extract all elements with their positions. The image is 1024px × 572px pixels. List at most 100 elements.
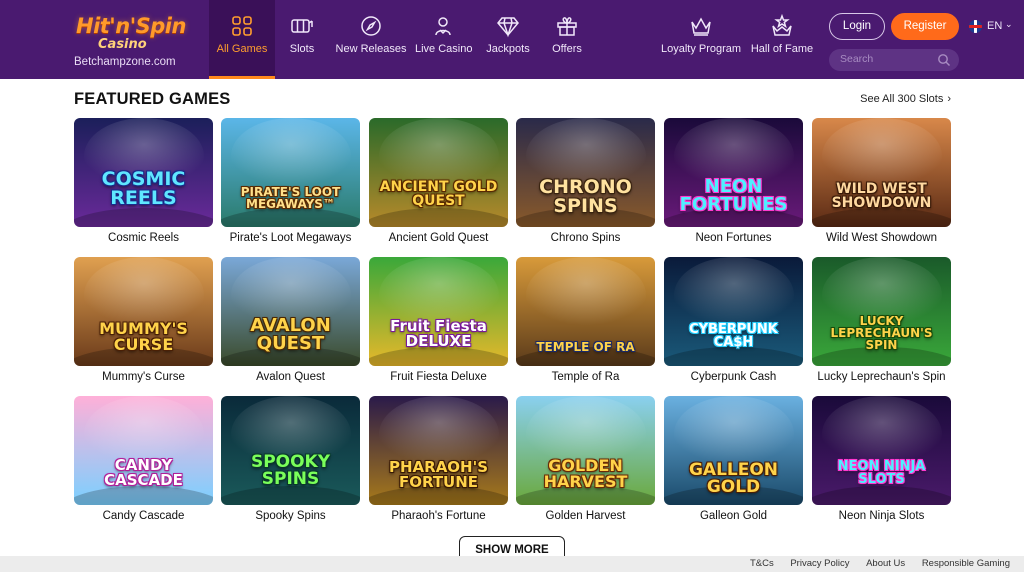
game-card[interactable]: AVALON QUEST Avalon Quest [221, 257, 360, 383]
nav-label: Jackpots [486, 43, 530, 55]
game-thumbnail[interactable]: CYBERPUNK CA$H [664, 257, 803, 366]
nav-offers[interactable]: Offers [547, 0, 587, 79]
game-name[interactable]: Golden Harvest [516, 510, 655, 522]
compass-icon [359, 14, 383, 38]
game-name[interactable]: Candy Cascade [74, 510, 213, 522]
game-card[interactable]: NEON NINJA SLOTS Neon Ninja Slots [812, 396, 951, 522]
game-thumbnail[interactable]: LUCKY LEPRECHAUN'S SPIN [812, 257, 951, 366]
game-thumbnail[interactable]: CANDY CASCADE [74, 396, 213, 505]
game-card[interactable]: COSMIC REELS Cosmic Reels [74, 118, 213, 244]
gift-icon [555, 14, 579, 38]
search-input[interactable]: Search [829, 49, 959, 71]
footer-link-terms[interactable]: T&Cs [750, 558, 774, 569]
game-art-title: AVALON QUEST [250, 315, 331, 355]
dealer-icon [431, 14, 455, 38]
game-thumbnail[interactable]: Fruit Fiesta DELUXE [369, 257, 508, 366]
search-icon[interactable] [937, 53, 951, 67]
game-card[interactable]: NEON FORTUNES Neon Fortunes [664, 118, 803, 244]
game-card[interactable]: Fruit Fiesta DELUXE Fruit Fiesta Deluxe [369, 257, 508, 383]
nav-label: Slots [289, 43, 315, 55]
game-name[interactable]: Mummy's Curse [74, 371, 213, 383]
game-card[interactable]: WILD WEST SHOWDOWN Wild West Showdown [812, 118, 951, 244]
nav-live-casino[interactable]: Live Casino [415, 0, 472, 79]
game-card[interactable]: ANCIENT GOLD QUEST Ancient Gold Quest [369, 118, 508, 244]
game-thumbnail[interactable]: PHARAOH'S FORTUNE [369, 396, 508, 505]
chevron-down-icon: ⌄ [1005, 19, 1013, 29]
game-card[interactable]: CHRONO SPINS Chrono Spins [516, 118, 655, 244]
game-card[interactable]: TEMPLE OF RA Temple of Ra [516, 257, 655, 383]
nav-loyalty-program[interactable]: Loyalty Program [661, 0, 741, 79]
footer: T&Cs Privacy Policy About Us Responsible… [0, 556, 1024, 572]
game-art-title: LUCKY LEPRECHAUN'S SPIN [830, 314, 933, 353]
footer-link-about[interactable]: About Us [866, 558, 905, 569]
brand-logo[interactable]: Hit'n'Spin Casino Betchampzone.com [70, 10, 186, 72]
login-button[interactable]: Login [829, 13, 885, 40]
game-art-title: SPOOKY SPINS [250, 452, 331, 490]
game-thumbnail[interactable]: AVALON QUEST [221, 257, 360, 366]
game-card[interactable]: MUMMY'S CURSE Mummy's Curse [74, 257, 213, 383]
game-name[interactable]: Pirate's Loot Megaways [221, 232, 360, 244]
nav-hall-of-fame[interactable]: Hall of Fame [749, 0, 815, 79]
nav-jackpots[interactable]: Jackpots [485, 0, 531, 79]
game-art-title: TEMPLE OF RA [536, 340, 635, 354]
game-card[interactable]: SPOOKY SPINS Spooky Spins [221, 396, 360, 522]
game-thumbnail[interactable]: TEMPLE OF RA [516, 257, 655, 366]
game-art-title: CHRONO SPINS [539, 176, 632, 218]
nav-slots[interactable]: Slots [281, 0, 323, 79]
game-name[interactable]: Pharaoh's Fortune [369, 510, 508, 522]
nav-all-games[interactable]: All Games [209, 0, 275, 79]
game-card[interactable]: CANDY CASCADE Candy Cascade [74, 396, 213, 522]
game-name[interactable]: Cyberpunk Cash [664, 371, 803, 383]
game-thumbnail[interactable]: CHRONO SPINS [516, 118, 655, 227]
game-name[interactable]: Chrono Spins [516, 232, 655, 244]
game-art-title: NEON FORTUNES [679, 176, 788, 216]
game-card[interactable]: CYBERPUNK CA$H Cyberpunk Cash [664, 257, 803, 383]
game-name[interactable]: Cosmic Reels [74, 232, 213, 244]
game-name[interactable]: Neon Ninja Slots [812, 510, 951, 522]
game-thumbnail[interactable]: COSMIC REELS [74, 118, 213, 227]
grid-icon [230, 14, 254, 38]
section-title: FEATURED GAMES [74, 90, 231, 108]
language-code: EN [987, 20, 1003, 32]
game-name[interactable]: Galleon Gold [664, 510, 803, 522]
game-name[interactable]: Fruit Fiesta Deluxe [369, 371, 508, 383]
game-artwork [369, 118, 508, 227]
game-art-title: Fruit Fiesta DELUXE [390, 317, 487, 351]
chevron-right-icon: › [947, 93, 951, 105]
nav-label: Loyalty Program [661, 43, 742, 55]
register-button[interactable]: Register [891, 13, 959, 40]
game-thumbnail[interactable]: GALLEON GOLD [664, 396, 803, 505]
game-name[interactable]: Lucky Leprechaun's Spin [812, 371, 951, 383]
slot-machine-icon [290, 14, 314, 38]
game-name[interactable]: Ancient Gold Quest [369, 232, 508, 244]
game-card[interactable]: GOLDEN HARVEST Golden Harvest [516, 396, 655, 522]
game-thumbnail[interactable]: NEON NINJA SLOTS [812, 396, 951, 505]
game-thumbnail[interactable]: ANCIENT GOLD QUEST [369, 118, 508, 227]
footer-link-responsible-gaming[interactable]: Responsible Gaming [922, 558, 1010, 569]
game-name[interactable]: Spooky Spins [221, 510, 360, 522]
game-card[interactable]: PIRATE'S LOOT MEGAWAYS™ Pirate's Loot Meg… [221, 118, 360, 244]
game-card[interactable]: LUCKY LEPRECHAUN'S SPIN Lucky Leprechaun'… [812, 257, 951, 383]
game-name[interactable]: Neon Fortunes [664, 232, 803, 244]
game-thumbnail[interactable]: NEON FORTUNES [664, 118, 803, 227]
see-all-link[interactable]: See All 300 Slots › [860, 93, 951, 105]
nav-label: All Games [216, 43, 268, 55]
star-crown-icon [770, 13, 794, 38]
game-art-title: PHARAOH'S FORTUNE [388, 458, 489, 492]
game-thumbnail[interactable]: GOLDEN HARVEST [516, 396, 655, 505]
game-card[interactable]: GALLEON GOLD Galleon Gold [664, 396, 803, 522]
nav-new-releases[interactable]: New Releases [333, 0, 409, 79]
game-thumbnail[interactable]: SPOOKY SPINS [221, 396, 360, 505]
game-name[interactable]: Wild West Showdown [812, 232, 951, 244]
game-thumbnail[interactable]: PIRATE'S LOOT MEGAWAYS™ [221, 118, 360, 227]
game-thumbnail[interactable]: WILD WEST SHOWDOWN [812, 118, 951, 227]
game-name[interactable]: Avalon Quest [221, 371, 360, 383]
search-placeholder: Search [840, 53, 874, 65]
game-name[interactable]: Temple of Ra [516, 371, 655, 383]
game-thumbnail[interactable]: MUMMY'S CURSE [74, 257, 213, 366]
footer-link-privacy[interactable]: Privacy Policy [790, 558, 849, 569]
footer-links: T&Cs Privacy Policy About Us Responsible… [736, 558, 1010, 569]
game-card[interactable]: PHARAOH'S FORTUNE Pharaoh's Fortune [369, 396, 508, 522]
uk-flag-icon [969, 20, 982, 33]
logo-sub-text: Casino [98, 37, 147, 52]
